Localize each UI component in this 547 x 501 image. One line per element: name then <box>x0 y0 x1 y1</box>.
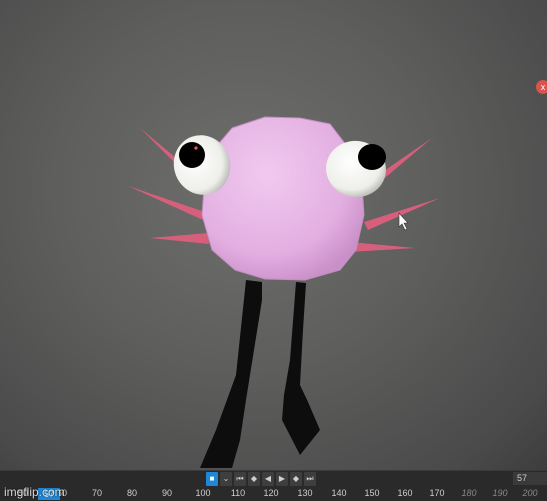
left-leg <box>200 280 262 468</box>
tick-label: 170 <box>429 488 445 498</box>
tick-label: 200 <box>522 488 538 498</box>
tick-label: 130 <box>297 488 313 498</box>
spike <box>350 242 415 252</box>
tick-label: 160 <box>397 488 413 498</box>
mouse-cursor-icon <box>398 212 409 231</box>
right-leg <box>282 282 320 455</box>
next-key-icon[interactable]: ◆ <box>290 472 302 486</box>
current-frame-field[interactable]: 57 <box>513 472 547 485</box>
skip-to-start-icon[interactable]: ⏮ <box>234 472 246 486</box>
tick-label: 150 <box>364 488 380 498</box>
play-reverse-icon[interactable]: ◀ <box>262 472 274 486</box>
tick-label: 140 <box>331 488 347 498</box>
close-icon[interactable]: x <box>536 80 547 94</box>
chevron-down-icon[interactable]: ⌄ <box>220 472 232 486</box>
play-icon[interactable]: ▶ <box>276 472 288 486</box>
spike <box>364 198 440 230</box>
left-pupil <box>179 142 205 168</box>
tick-label: 80 <box>126 488 138 498</box>
prev-key-icon[interactable]: ◆ <box>248 472 260 486</box>
skip-to-end-icon[interactable]: ⏭ <box>304 472 316 486</box>
legs <box>200 280 320 468</box>
tick-label: 110 <box>230 488 246 498</box>
tick-label: 90 <box>161 488 173 498</box>
3d-viewport[interactable]: x <box>0 0 547 470</box>
watermark: imgflip.com <box>4 485 65 499</box>
tick-label: 100 <box>195 488 211 498</box>
tick-label: 120 <box>263 488 279 498</box>
timeline-ruler[interactable]: 50 60 70 80 90 100 110 120 130 140 150 1… <box>0 488 547 500</box>
right-pupil <box>358 144 386 170</box>
tick-label: 190 <box>492 488 508 498</box>
tick-label: 70 <box>91 488 103 498</box>
tick-label: 180 <box>461 488 477 498</box>
spike <box>150 233 209 244</box>
transport-controls: ■ ⌄ ⏮ ◆ ◀ ▶ ◆ ⏭ <box>206 472 316 486</box>
body <box>201 116 365 281</box>
character-render[interactable] <box>0 0 547 470</box>
key-icon[interactable]: ■ <box>206 472 218 486</box>
